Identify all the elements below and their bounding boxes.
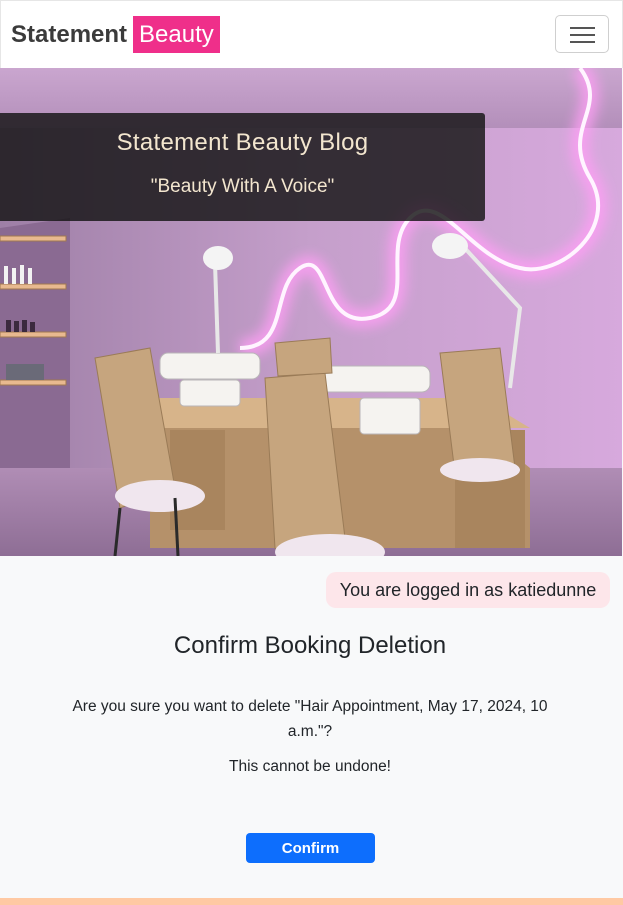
navbar-toggler-button[interactable] [555, 15, 609, 53]
brand-name-main: Statement [11, 20, 128, 48]
brand-logo-link[interactable]: Statement Beauty [11, 16, 220, 53]
confirm-deletion-warning: This cannot be undone! [228, 758, 391, 775]
confirm-deletion-title: Confirm Booking Deletion [173, 632, 447, 659]
hero-caption: Statement Beauty Blog "Beauty With A Voi… [0, 113, 485, 221]
navbar: Statement Beauty [0, 0, 623, 68]
footer-accent-line [0, 898, 623, 905]
logged-in-status-badge: You are logged in as katiedunne [326, 572, 610, 608]
confirm-button[interactable]: Confirm [246, 833, 375, 863]
hero-title: Statement Beauty Blog [116, 129, 369, 156]
hero-tagline: "Beauty With A Voice" [150, 176, 335, 197]
hero-banner: Statement Beauty Blog "Beauty With A Voi… [0, 68, 622, 556]
confirm-deletion-question: Are you sure you want to delete "Hair Ap… [72, 698, 548, 740]
brand-name-highlight: Beauty [133, 16, 220, 53]
